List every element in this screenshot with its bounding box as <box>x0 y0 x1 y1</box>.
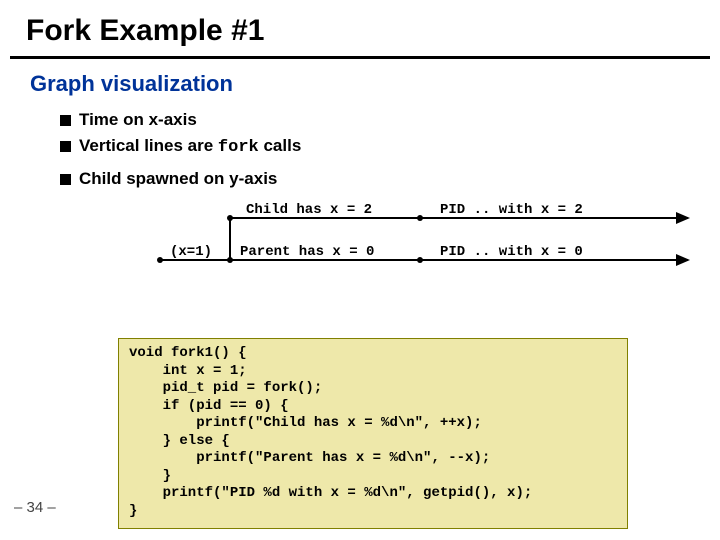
bullet-item: Child spawned on y-axis <box>60 166 720 192</box>
bullet-text-pre: Vertical lines are <box>79 136 218 155</box>
bullet-text: Child spawned on y-axis <box>79 169 277 189</box>
graph-label-parent-right: PID .. with x = 0 <box>440 244 583 260</box>
graph-label-init: (x=1) <box>170 244 212 260</box>
bullet-item: Time on x-axis <box>60 107 720 133</box>
bullet-text: Vertical lines are fork calls <box>79 136 301 157</box>
square-bullet-icon <box>60 141 71 152</box>
bullet-item: Vertical lines are fork calls <box>60 133 720 160</box>
graph-label-child-right: PID .. with x = 2 <box>440 202 583 218</box>
bullet-text: Time on x-axis <box>79 110 197 130</box>
square-bullet-icon <box>60 115 71 126</box>
slide-subtitle: Graph visualization <box>0 59 720 97</box>
page-number: – 34 – <box>14 499 56 516</box>
graph-label-child-left: Child has x = 2 <box>246 202 372 218</box>
graph-label-parent-left: Parent has x = 0 <box>240 244 374 260</box>
bullet-text-post: calls <box>259 136 302 155</box>
bullet-list: Time on x-axis Vertical lines are fork c… <box>0 97 720 192</box>
bullet-text-mono: fork <box>218 138 259 157</box>
code-box: void fork1() { int x = 1; pid_t pid = fo… <box>118 338 628 529</box>
square-bullet-icon <box>60 174 71 185</box>
slide-title: Fork Example #1 <box>0 0 720 48</box>
fork-graph: Child has x = 2 PID .. with x = 2 (x=1) … <box>0 200 720 280</box>
